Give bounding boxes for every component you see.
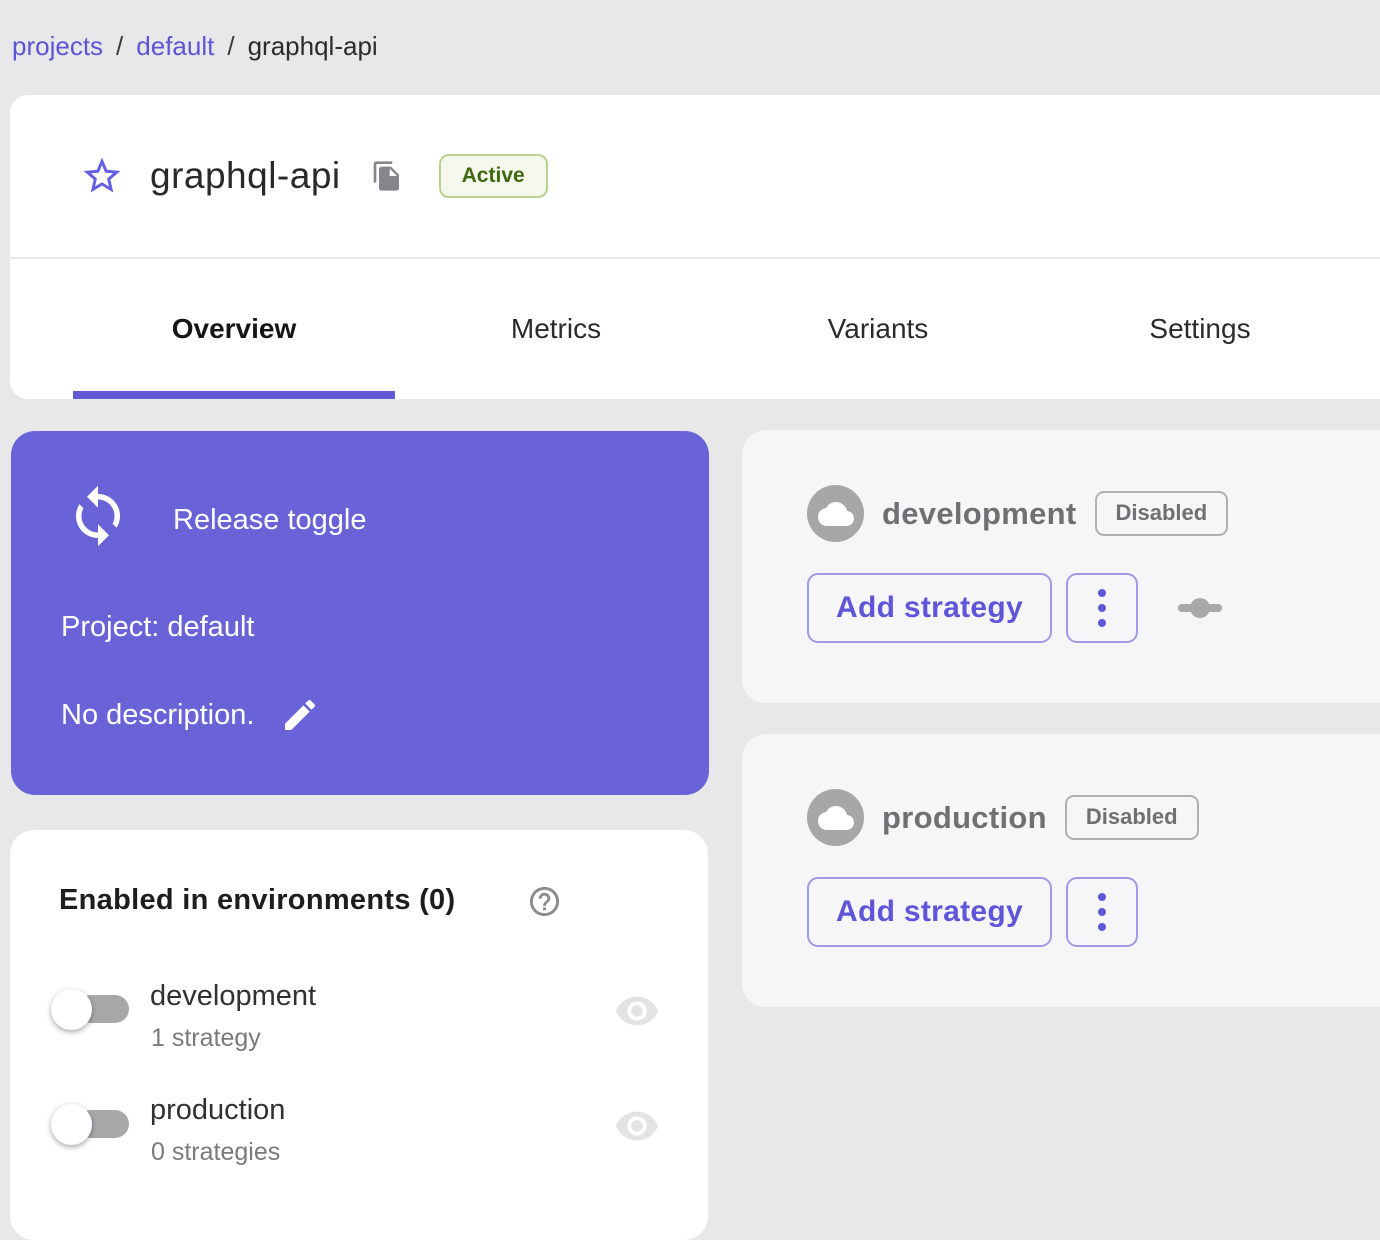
- toggle-knob: [51, 989, 92, 1030]
- environment-status-badge: Disabled: [1064, 795, 1199, 840]
- breadcrumb-link-default[interactable]: default: [136, 31, 214, 62]
- tab-overview[interactable]: Overview: [73, 259, 395, 399]
- environment-row-strategies: 1 strategy: [151, 1024, 261, 1052]
- kebab-dot: [1098, 604, 1106, 612]
- environment-row-name: development: [150, 980, 317, 1012]
- breadcrumb-link-projects[interactable]: projects: [12, 31, 103, 62]
- tab-label: Settings: [1149, 313, 1251, 344]
- description-text: No description.: [61, 698, 255, 731]
- breadcrumb: projects / default / graphql-api: [12, 31, 378, 62]
- environment-panel-actions: Add strategy: [807, 573, 1222, 643]
- eye-icon[interactable]: [614, 988, 660, 1034]
- loop-sync-icon: [65, 483, 131, 549]
- breadcrumb-current: graphql-api: [247, 31, 378, 61]
- eye-icon[interactable]: [614, 1103, 660, 1149]
- environment-panel-development: development Disabled Add strategy: [742, 430, 1380, 703]
- kebab-menu-button[interactable]: [1066, 573, 1138, 643]
- environment-panel-header: production Disabled: [807, 789, 1199, 846]
- cloud-icon: [807, 789, 864, 846]
- tab-settings[interactable]: Settings: [1039, 259, 1361, 399]
- description-row: No description.: [61, 695, 320, 735]
- environment-panel-header: development Disabled: [807, 485, 1229, 542]
- cloud-icon: [807, 485, 864, 542]
- project-label: Project: default: [61, 611, 255, 643]
- environment-name: development: [882, 495, 1077, 531]
- toggle-type-label: Release toggle: [173, 504, 367, 536]
- tab-metrics[interactable]: Metrics: [395, 259, 717, 399]
- kebab-dot: [1098, 908, 1106, 916]
- kebab-dot: [1098, 619, 1106, 627]
- environment-name: production: [882, 799, 1047, 835]
- toggle-development[interactable]: [51, 989, 130, 1030]
- status-badge: Active: [438, 154, 548, 198]
- active-tab-indicator: [73, 391, 395, 399]
- feature-title-row: graphql-api Active: [10, 95, 1380, 257]
- tab-label: Metrics: [510, 313, 602, 344]
- environment-row-name: production: [150, 1094, 286, 1126]
- breadcrumb-separator: /: [116, 31, 124, 61]
- tab-label: Variants: [827, 313, 929, 344]
- feature-header-card: graphql-api Active Overview Metrics Vari…: [10, 95, 1380, 399]
- enabled-environments-card: Enabled in environments (0) development …: [10, 830, 708, 1240]
- toggle-production[interactable]: [51, 1104, 130, 1145]
- environment-panel-actions: Add strategy: [807, 877, 1138, 947]
- kebab-dot: [1098, 589, 1106, 597]
- strategy-slider-icon: [1178, 598, 1222, 618]
- tab-bar: Overview Metrics Variants Settings: [10, 259, 1380, 399]
- add-strategy-button[interactable]: Add strategy: [807, 877, 1052, 947]
- kebab-dot: [1098, 923, 1106, 931]
- environment-status-badge: Disabled: [1094, 491, 1229, 536]
- tab-label: Overview: [171, 313, 297, 344]
- page-title: graphql-api: [150, 155, 341, 196]
- tab-variants[interactable]: Variants: [717, 259, 1039, 399]
- edit-description-icon[interactable]: [280, 695, 320, 735]
- copy-icon[interactable]: [371, 160, 403, 192]
- kebab-menu-button[interactable]: [1066, 877, 1138, 947]
- breadcrumb-separator: /: [227, 31, 235, 61]
- kebab-dot: [1098, 893, 1106, 901]
- help-icon[interactable]: [527, 884, 562, 919]
- environment-row-strategies: 0 strategies: [151, 1138, 281, 1166]
- environment-panel-production: production Disabled Add strategy: [742, 734, 1380, 1007]
- feature-overview-card: Release toggle Project: default No descr…: [11, 431, 709, 795]
- favorite-star-icon[interactable]: [80, 154, 124, 198]
- add-strategy-button[interactable]: Add strategy: [807, 573, 1052, 643]
- environments-card-title: Enabled in environments (0): [59, 884, 456, 916]
- toggle-knob: [51, 1104, 92, 1145]
